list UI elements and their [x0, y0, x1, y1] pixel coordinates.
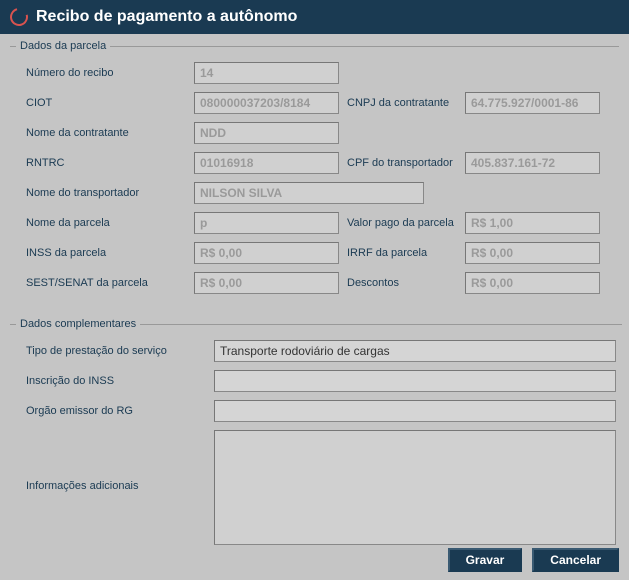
nome-parcela-input [194, 212, 339, 234]
numero-recibo-label: Número do recibo [16, 67, 186, 79]
descontos-label: Descontos [347, 277, 457, 289]
fieldset-dados-complementares: Dados complementares Tipo de prestação d… [10, 318, 622, 563]
fieldset-dados-parcela: Dados da parcela Número do recibo CIOT C… [10, 40, 619, 312]
sest-senat-label: SEST/SENAT da parcela [16, 277, 186, 289]
footer-buttons: Gravar Cancelar [448, 548, 619, 572]
inss-parcela-input [194, 242, 339, 264]
sest-senat-input [194, 272, 339, 294]
valor-pago-input [465, 212, 600, 234]
window-title: Recibo de pagamento a autônomo [36, 8, 297, 26]
cancelar-button[interactable]: Cancelar [532, 548, 619, 572]
info-adicionais-textarea[interactable] [214, 430, 616, 545]
cpf-transportador-input [465, 152, 600, 174]
rntrc-input [194, 152, 339, 174]
legend-dados-complementares: Dados complementares [16, 318, 140, 330]
nome-transportador-input [194, 182, 424, 204]
descontos-input [465, 272, 600, 294]
orgao-emissor-label: Orgão emissor do RG [16, 405, 206, 417]
window-header: Recibo de pagamento a autônomo [0, 0, 629, 34]
ciot-label: CIOT [16, 97, 186, 109]
ciot-input [194, 92, 339, 114]
inss-parcela-label: INSS da parcela [16, 247, 186, 259]
nome-contratante-input [194, 122, 339, 144]
cnpj-contratante-label: CNPJ da contratante [347, 97, 457, 109]
content-area: Dados da parcela Número do recibo CIOT C… [0, 34, 629, 575]
tipo-prestacao-label: Tipo de prestação do serviço [16, 345, 206, 357]
tipo-prestacao-input[interactable] [214, 340, 616, 362]
irrf-parcela-label: IRRF da parcela [347, 247, 457, 259]
irrf-parcela-input [465, 242, 600, 264]
gravar-button[interactable]: Gravar [448, 548, 523, 572]
info-adicionais-label: Informações adicionais [16, 430, 206, 492]
inscricao-inss-input[interactable] [214, 370, 616, 392]
valor-pago-label: Valor pago da parcela [347, 217, 457, 229]
cnpj-contratante-input [465, 92, 600, 114]
cpf-transportador-label: CPF do transportador [347, 157, 457, 169]
legend-dados-parcela: Dados da parcela [16, 40, 110, 52]
orgao-emissor-input[interactable] [214, 400, 616, 422]
nome-parcela-label: Nome da parcela [16, 217, 186, 229]
refresh-icon [7, 5, 32, 30]
nome-contratante-label: Nome da contratante [16, 127, 186, 139]
rntrc-label: RNTRC [16, 157, 186, 169]
nome-transportador-label: Nome do transportador [16, 187, 186, 199]
inscricao-inss-label: Inscrição do INSS [16, 375, 206, 387]
numero-recibo-input [194, 62, 339, 84]
